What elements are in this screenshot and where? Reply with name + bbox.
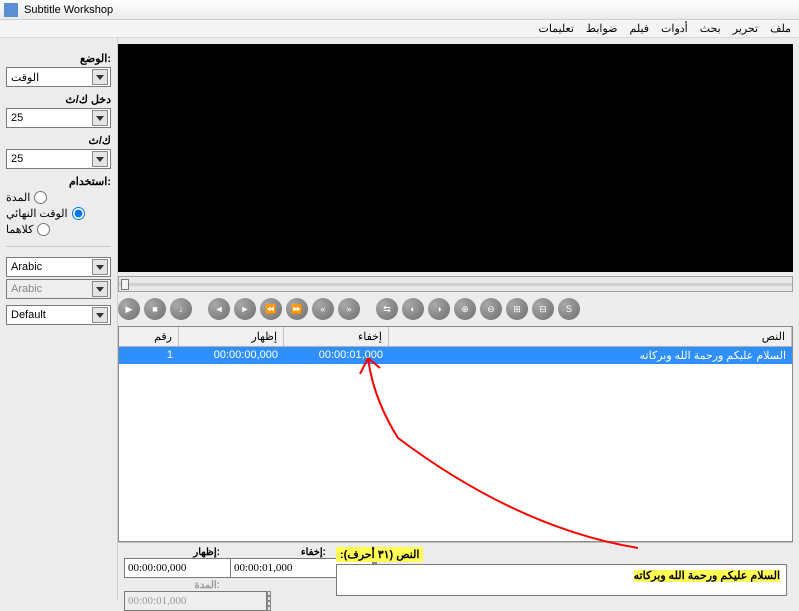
menu-help[interactable]: تعليمات [539, 22, 574, 35]
col-show[interactable]: إظهار [179, 327, 284, 346]
col-hide[interactable]: إخفاء [284, 327, 389, 346]
grid-empty [119, 364, 792, 541]
chevron-down-icon[interactable] [92, 110, 108, 126]
use-label: استخدام: [6, 175, 111, 188]
cell-text: السلام عليكم ورحمة الله وبركاته [389, 347, 792, 364]
sync-icon[interactable]: ⇆ [376, 298, 398, 320]
cell-show: 00:00:00,000 [179, 347, 284, 364]
play-icon[interactable]: ▶ [118, 298, 140, 320]
menu-movie[interactable]: فيلم [630, 22, 650, 35]
menu-search[interactable]: بحث [700, 22, 721, 35]
mode-label: الوضع: [6, 52, 111, 65]
end-sub-icon[interactable]: ⊟ [532, 298, 554, 320]
chevron-down-icon[interactable] [92, 151, 108, 167]
mode-select[interactable]: الوقت [6, 67, 111, 87]
format-select[interactable]: Default [6, 305, 111, 325]
cell-num: 1 [119, 347, 179, 364]
hide-time-input[interactable] [230, 558, 326, 578]
mark-in-icon[interactable]: ◐ [402, 298, 424, 320]
dur-time-input [124, 591, 220, 611]
chevron-down-icon[interactable] [92, 307, 108, 323]
radio-duration[interactable]: المدة [6, 191, 111, 204]
dur-label: المدة: [124, 580, 220, 591]
set-start-icon[interactable]: ⊕ [454, 298, 476, 320]
show-label: إظهار: [124, 547, 220, 558]
fr-select[interactable]: 25 [6, 149, 111, 169]
video-preview [118, 44, 793, 272]
seek-slider[interactable] [118, 276, 793, 292]
charset1-select[interactable]: Arabic [6, 257, 111, 277]
add-sub-icon[interactable]: ⊞ [506, 298, 528, 320]
col-num[interactable]: رقم [119, 327, 179, 346]
speed-icon[interactable]: ↓ [170, 298, 192, 320]
step-back-icon[interactable]: « [312, 298, 334, 320]
step-fwd-icon[interactable]: » [338, 298, 360, 320]
bottom-panel: إظهار: المدة: إخفاء: [118, 542, 793, 600]
charset2-select: Arabic [6, 279, 111, 299]
subtitle-text-value: السلام عليكم ورحمة الله وبركاته [634, 570, 780, 582]
inputfr-select[interactable]: 25 [6, 108, 111, 128]
menubar: ملف تحرير بحث أدوات فيلم ضوابط تعليمات [0, 20, 799, 38]
dur-time-field [124, 591, 267, 611]
menu-edit[interactable]: تحرير [733, 22, 758, 35]
next-icon[interactable]: ► [234, 298, 256, 320]
cell-hide: 00:00:01,000 [284, 347, 389, 364]
chevron-down-icon[interactable] [92, 259, 108, 275]
chevron-down-icon[interactable] [92, 69, 108, 85]
prev-icon[interactable]: ◄ [208, 298, 230, 320]
radio-both[interactable]: كلاهما [6, 223, 111, 236]
text-count-label: :(النص (٣١ أحرف [336, 547, 423, 562]
sync-point-icon[interactable]: S [558, 298, 580, 320]
radio-finaltime[interactable]: الوقت النهائي [6, 207, 111, 220]
inputfr-label: دخل ك/ث [6, 93, 111, 106]
show-time-input[interactable] [124, 558, 220, 578]
hide-label: إخفاء: [230, 547, 326, 558]
rewind-icon[interactable]: ⏪ [260, 298, 282, 320]
player-toolbar: ▶ ■ ↓ ◄ ► ⏪ ⏩ « » ⇆ ◐ ◑ ⊕ ⊖ ⊞ ⊟ S [118, 298, 793, 320]
col-text[interactable]: النص [389, 327, 792, 346]
forward-icon[interactable]: ⏩ [286, 298, 308, 320]
spin-down-icon [267, 601, 271, 611]
sidebar: الوضع: الوقت دخل ك/ث 25 ك/ث 25 استخدام: … [0, 38, 118, 600]
menu-file[interactable]: ملف [770, 22, 791, 35]
titlebar: Subtitle Workshop [0, 0, 799, 20]
mark-out-icon[interactable]: ◑ [428, 298, 450, 320]
grid-row[interactable]: 1 00:00:00,000 00:00:01,000 السلام عليكم… [119, 347, 792, 364]
chevron-down-icon [92, 281, 108, 297]
subtitle-grid[interactable]: رقم إظهار إخفاء النص 1 00:00:00,000 00:0… [118, 326, 793, 542]
set-end-icon[interactable]: ⊖ [480, 298, 502, 320]
seek-thumb[interactable] [121, 279, 129, 290]
fr-label: ك/ث [6, 134, 111, 147]
window-title: Subtitle Workshop [24, 4, 113, 16]
menu-tools[interactable]: أدوات [661, 22, 688, 35]
grid-header: رقم إظهار إخفاء النص [119, 327, 792, 347]
stop-icon[interactable]: ■ [144, 298, 166, 320]
subtitle-text-input[interactable]: السلام عليكم ورحمة الله وبركاته [336, 564, 787, 596]
app-icon [4, 3, 18, 17]
menu-settings[interactable]: ضوابط [586, 22, 618, 35]
